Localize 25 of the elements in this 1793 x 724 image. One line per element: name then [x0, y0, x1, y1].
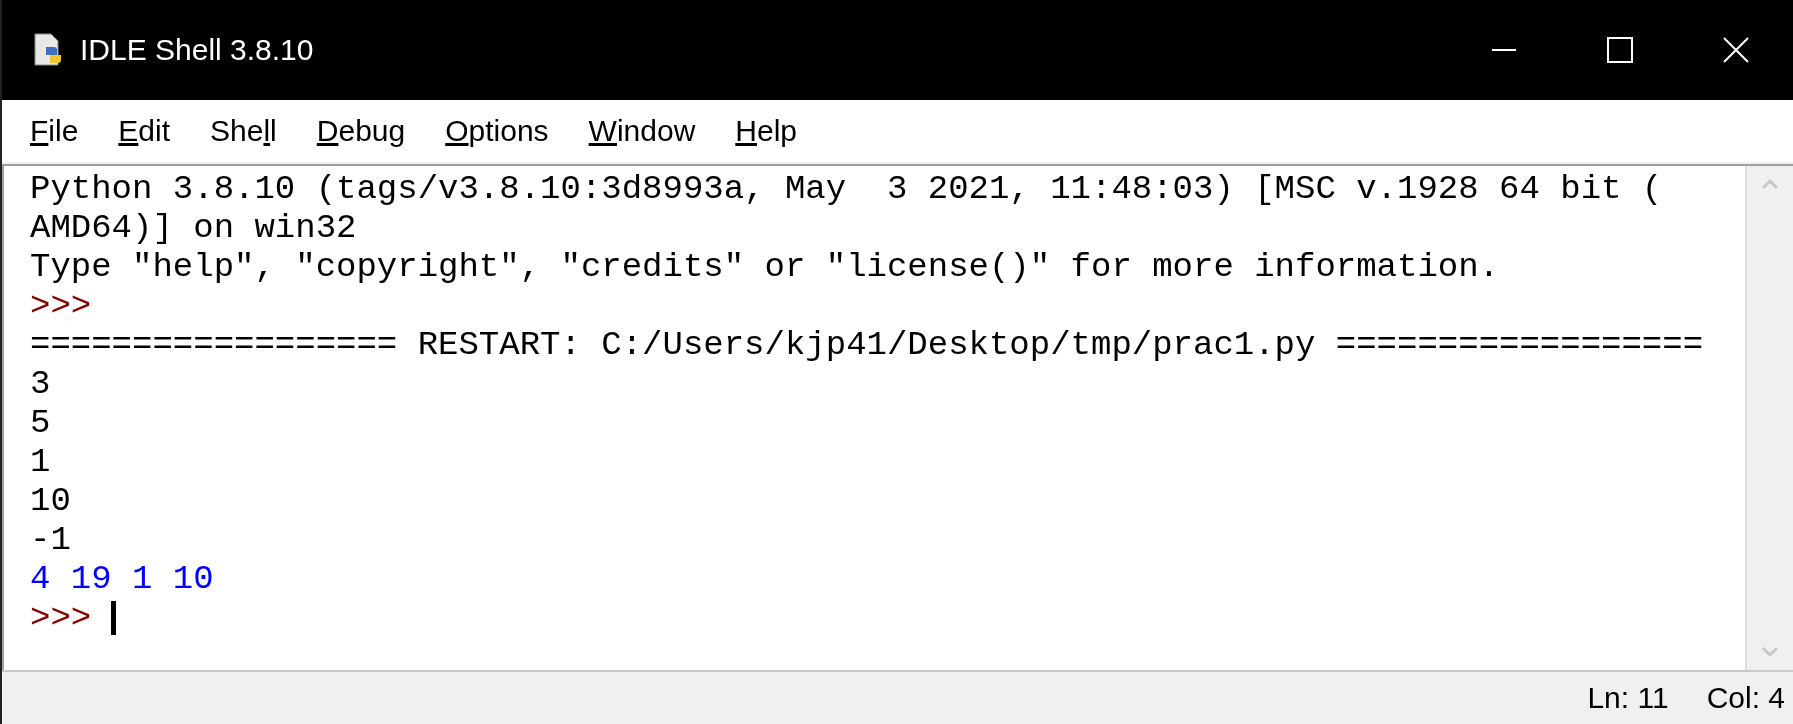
output-line: Python 3.8.10 (tags/v3.8.10:3d8993a, May 3 2021, 11:48:03) [MSC v.1928 64 bit (	[30, 170, 1663, 209]
window-title: IDLE Shell 3.8.10	[80, 33, 314, 67]
output-line: Type "help", "copyright", "credits" or "license()" for more information.	[30, 248, 1500, 287]
menu-item[interactable]: Window	[588, 114, 696, 148]
menu-item[interactable]: Options	[445, 114, 549, 148]
output-line: 1	[30, 443, 51, 482]
line-number: Ln: 11	[1587, 681, 1669, 715]
output-line: 5	[30, 404, 51, 443]
menu-item[interactable]: Help	[735, 114, 798, 148]
output-line: 10	[30, 482, 71, 521]
shell-prompt: >>>	[30, 599, 117, 638]
menu-item[interactable]: Debug	[316, 114, 406, 148]
output-line: ================== RESTART: C:/Users/kjp41/Desktop/tmp/prac1.py ==================	[30, 326, 1704, 365]
close-icon[interactable]	[1723, 37, 1749, 63]
output-line: -1	[30, 521, 71, 560]
menu-item[interactable]: Edit	[118, 114, 171, 148]
maximize-icon[interactable]	[1607, 37, 1633, 63]
text-cursor	[111, 601, 117, 635]
output-line: 3	[30, 365, 51, 404]
shell-prompt: >>>	[30, 287, 92, 326]
input-line: 4 19 1 10	[30, 560, 214, 599]
column-number: Col: 4	[1706, 681, 1785, 715]
menu-item[interactable]: File	[30, 114, 79, 148]
output-line: AMD64)] on win32	[30, 209, 357, 248]
menu-item[interactable]: Shell	[210, 114, 277, 148]
